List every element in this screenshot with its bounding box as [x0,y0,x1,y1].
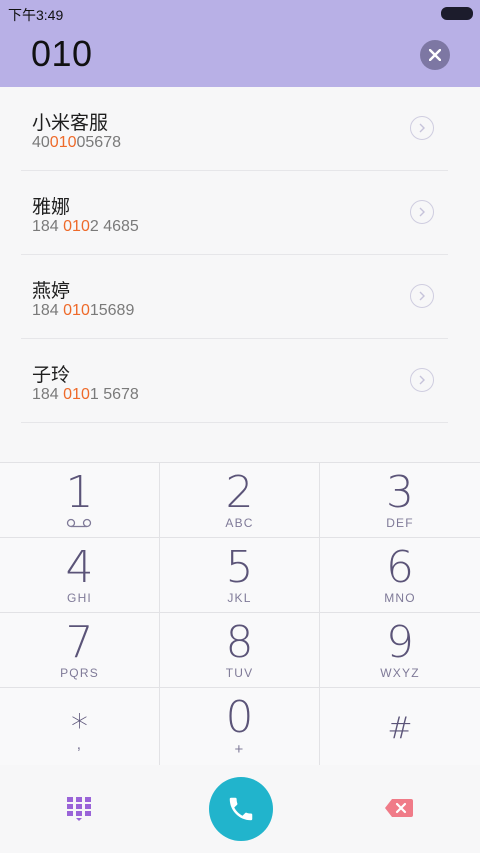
dialpad-icon[interactable] [66,796,92,822]
key-2[interactable]: 2 ABC [160,463,320,538]
contact-name: 小米客服 [32,112,109,134]
contact-detail-button[interactable] [410,284,434,308]
key-digit: 0 [225,692,254,743]
key-digit: 9 [386,617,414,668]
voicemail-icon [66,518,92,528]
status-bar: 下午3:49 [0,0,480,26]
contact-name: 燕婷 [32,280,71,302]
key-letters: ABC [225,516,254,530]
number-match-highlight: 010 [63,302,90,319]
contact-number: 184 0101 5678 [32,386,139,403]
search-results-list: 小米客服 4001005678 雅娜 184 0102 4685 燕婷 184 … [0,87,480,462]
key-digit: 3 [386,467,414,518]
key-0[interactable]: 0 + [160,688,320,765]
key-letters: WXYZ [380,666,420,680]
contact-row[interactable]: 雅娜 184 0102 4685 [21,171,448,255]
key-9[interactable]: 9 WXYZ [320,613,480,688]
dial-keypad: 1 2 ABC 3 DEF 4 GHI 5 JKL 6 MNO 7 PQRS 8… [0,462,480,765]
number-match-highlight: 010 [49,134,77,151]
dialer-header: 下午3:49 010 [0,0,480,87]
chevron-right-icon [419,123,425,133]
key-6[interactable]: 6 MNO [320,538,480,613]
backspace-icon[interactable] [384,798,414,818]
key-digit: 2 [225,467,254,518]
contact-detail-button[interactable] [410,116,434,140]
clear-button[interactable] [420,40,450,70]
key-letters: PQRS [60,666,99,680]
chevron-right-icon [419,207,425,217]
key-digit: 5 [225,542,254,593]
contact-detail-button[interactable] [410,200,434,224]
key-hash[interactable]: # [320,688,480,765]
key-letters: , [76,736,83,753]
key-letters: TUV [225,666,254,680]
key-3[interactable]: 3 DEF [320,463,480,538]
close-icon [429,49,441,61]
chevron-right-icon [419,375,425,385]
key-digit: 4 [65,542,94,593]
key-digit: # [387,711,413,746]
contact-number: 4001005678 [32,134,121,151]
key-4[interactable]: 4 GHI [0,538,160,613]
key-digit: 8 [225,617,254,668]
bottom-action-bar [0,765,480,853]
number-match-highlight: 010 [63,386,90,403]
contact-number: 184 01015689 [32,302,135,319]
key-letters: GHI [67,591,92,605]
call-button[interactable] [209,777,273,841]
key-letters: JKL [227,591,252,605]
key-digit: 6 [386,542,414,593]
contact-detail-button[interactable] [410,368,434,392]
status-time: 下午3:49 [8,7,64,23]
contact-name: 雅娜 [32,196,71,218]
key-1[interactable]: 1 [0,463,160,538]
contact-number: 184 0102 4685 [32,218,139,235]
phone-icon [229,797,253,821]
dialed-number[interactable]: 010 [31,33,93,75]
key-digit: 7 [65,617,94,668]
key-letters: + [234,741,245,758]
contact-name: 子玲 [32,364,71,386]
contact-row[interactable]: 子玲 184 0101 5678 [21,339,448,423]
contact-row[interactable]: 小米客服 4001005678 [21,87,448,171]
number-match-highlight: 010 [63,218,90,235]
key-star[interactable]: * , [0,688,160,765]
chevron-right-icon [419,291,425,301]
key-7[interactable]: 7 PQRS [0,613,160,688]
key-letters: MNO [384,591,416,605]
key-5[interactable]: 5 JKL [160,538,320,613]
key-letters: DEF [386,516,414,530]
key-digit: 1 [65,467,94,518]
contact-row[interactable]: 燕婷 184 01015689 [21,255,448,339]
key-8[interactable]: 8 TUV [160,613,320,688]
battery-icon [441,7,473,20]
